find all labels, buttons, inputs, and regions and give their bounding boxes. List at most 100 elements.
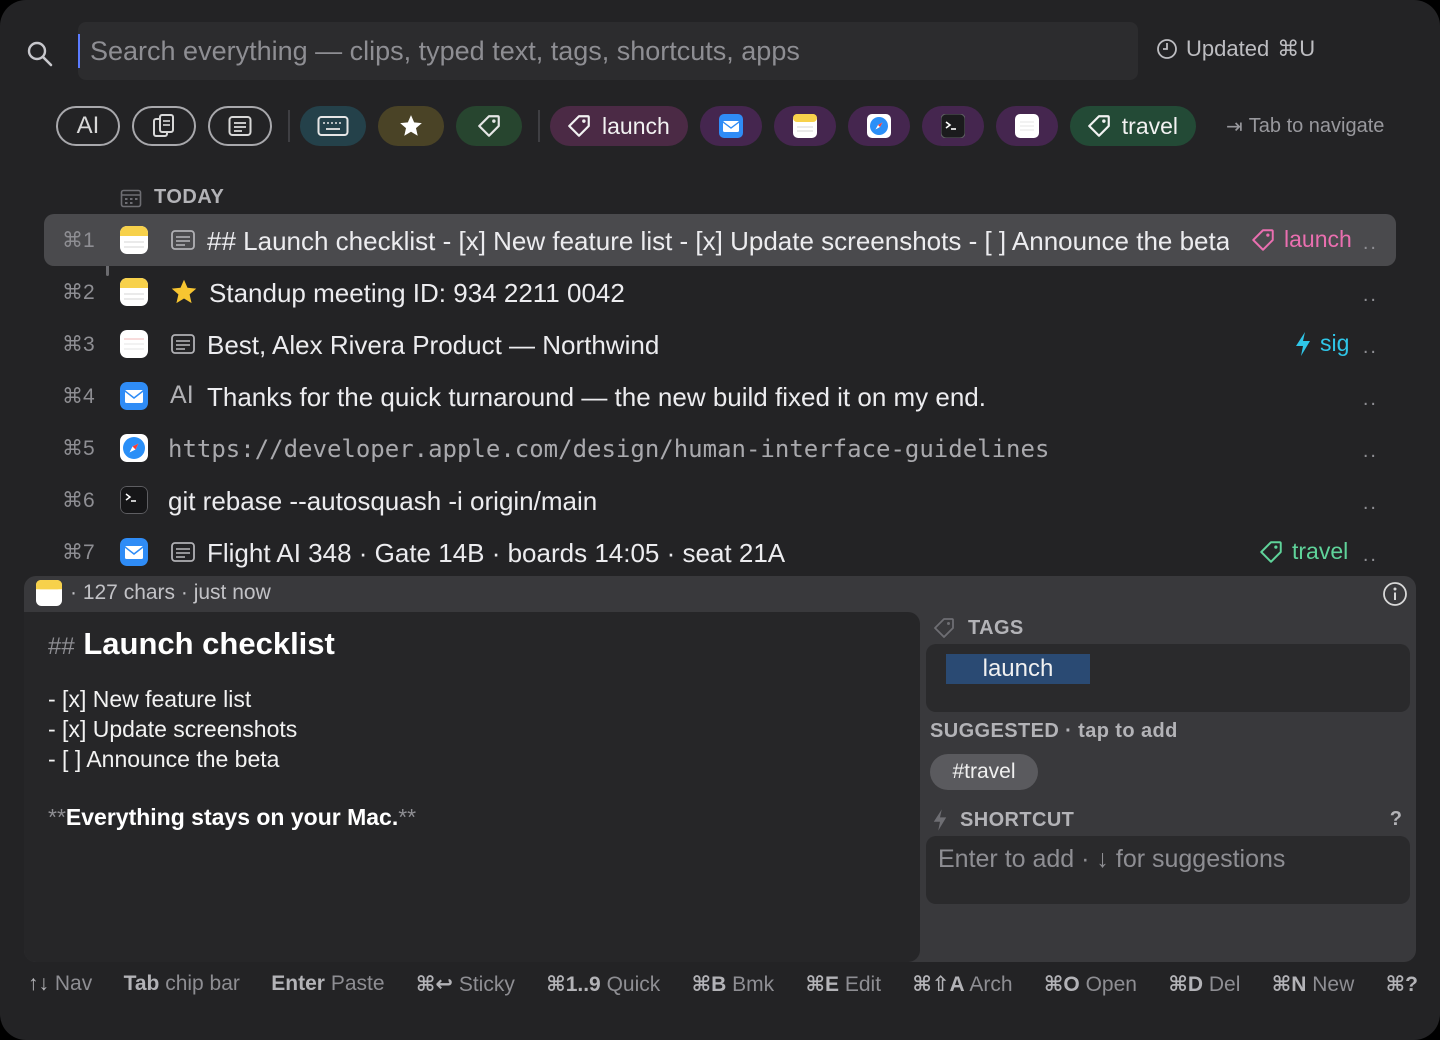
note-icon <box>171 230 195 250</box>
star-icon <box>171 279 197 304</box>
hint-help: ⌘? <box>1385 973 1418 996</box>
chip-divider <box>538 110 540 142</box>
search-row: Updated ⌘U <box>22 22 1422 82</box>
tag-icon <box>1252 228 1274 251</box>
updated-status[interactable]: Updated ⌘U <box>1156 36 1315 62</box>
app-chip-reminders[interactable] <box>995 106 1058 146</box>
tag-icon <box>1087 115 1110 137</box>
clip-row[interactable]: ⌘2 Standup meeting ID: 934 2211 0042 .. <box>44 266 1396 318</box>
row-shortcut: ⌘2 <box>62 280 95 304</box>
keyboard-icon <box>317 116 349 136</box>
note-icon <box>228 116 252 136</box>
keyboard-hints-bar: ↑↓ Nav Tab chip bar Enter Paste ⌘↩ Stick… <box>28 972 1418 997</box>
clip-row[interactable]: ⌘6 git rebase --autosquash -i origin/mai… <box>44 474 1396 526</box>
filter-chip-clipboard[interactable] <box>132 106 196 146</box>
tag-chip-label: launch <box>602 112 670 139</box>
assigned-tag[interactable]: launch <box>946 654 1090 684</box>
tags-label: TAGS <box>932 616 1024 640</box>
filter-chip-note[interactable] <box>208 106 272 146</box>
tags-field[interactable]: launch <box>926 644 1410 712</box>
clip-row[interactable]: ⌘4 AI Thanks for the quick turnaround — … <box>44 370 1396 422</box>
hint-delete: ⌘D Del <box>1168 973 1241 996</box>
info-icon[interactable] <box>1382 581 1408 607</box>
tag-chip-label: travel <box>1121 112 1179 139</box>
tags-label-text: TAGS <box>968 616 1024 639</box>
clip-row[interactable]: ⌘7 Flight AI 348 · Gate 14B · boards 14:… <box>44 526 1396 578</box>
typed-text-icon: AI <box>170 381 194 409</box>
more-button[interactable]: .. <box>1363 284 1378 307</box>
chip-bar: AI launch travel <box>56 106 1197 146</box>
clipboard-manager-window: Updated ⌘U AI <box>0 0 1440 1040</box>
tag-icon <box>934 618 954 638</box>
tag-chip-travel[interactable]: travel <box>1069 106 1197 146</box>
filter-chip-typed-text[interactable]: AI <box>56 106 120 146</box>
clip-tag[interactable]: travel <box>1258 538 1348 565</box>
search-input[interactable] <box>78 22 1138 80</box>
clip-text: Standup meeting ID: 934 2211 0042 <box>209 278 625 308</box>
notes-app-icon <box>792 114 817 138</box>
more-button[interactable]: .. <box>1363 232 1378 255</box>
preview-bold-text: Everything stays on your Mac. <box>65 804 399 830</box>
typed-text-icon: AI <box>76 112 100 139</box>
tag-icon <box>478 115 500 137</box>
filter-chip-keyboard[interactable] <box>300 106 366 146</box>
section-header-today: TODAY <box>120 186 224 209</box>
clip-tag-label: launch <box>1284 226 1352 252</box>
preview-line: - [x] New feature list <box>48 686 252 712</box>
note-icon <box>171 334 195 354</box>
filter-chip-tagged[interactable] <box>456 106 522 146</box>
markdown-bold-marker: ** <box>48 804 66 830</box>
preview-line: - [x] Update screenshots <box>48 716 298 742</box>
app-chip-terminal[interactable] <box>921 106 984 146</box>
clip-text: git rebase --autosquash -i origin/main <box>168 486 598 516</box>
app-chip-mail[interactable] <box>699 106 762 146</box>
more-button[interactable]: .. <box>1363 336 1378 359</box>
shortcut-input[interactable] <box>926 836 1410 904</box>
hint-new: ⌘N New <box>1271 973 1355 996</box>
hint-chip-bar: Tab chip bar <box>123 972 240 995</box>
hint-paste: Enter Paste <box>271 972 385 995</box>
clip-text: Flight AI 348 · Gate 14B · boards 14:05 … <box>207 538 786 568</box>
hint-open: ⌘O Open <box>1043 973 1137 996</box>
more-button[interactable]: .. <box>1363 388 1378 411</box>
clip-tag[interactable]: sig <box>1294 330 1349 357</box>
hint-archive: ⌘⇧A Arch <box>912 973 1013 996</box>
app-chip-safari[interactable] <box>847 106 910 146</box>
safari-app-icon <box>120 434 148 462</box>
row-shortcut: ⌘3 <box>62 332 95 356</box>
clip-text: https://developer.apple.com/design/human… <box>168 435 1050 463</box>
metadata-sidebar: TAGS launch SUGGESTED · tap to add #trav… <box>926 612 1414 962</box>
updated-label: Updated <box>1186 36 1270 61</box>
app-chip-notes[interactable] <box>773 106 836 146</box>
section-title: TODAY <box>154 186 225 208</box>
text-caret <box>78 34 80 68</box>
clipboard-icon <box>153 114 174 137</box>
clip-row[interactable]: ⌘3 Best, Alex Rivera Product — Northwind… <box>44 318 1396 370</box>
detail-meta: · 127 chars · just now <box>70 581 271 604</box>
more-button[interactable]: .. <box>1363 492 1378 515</box>
note-icon <box>171 542 195 562</box>
filter-chip-starred[interactable] <box>378 106 444 146</box>
suggested-label-text: SUGGESTED · tap to add <box>930 720 1178 742</box>
terminal-app-icon <box>940 114 965 138</box>
reminders-app-icon <box>1014 114 1039 138</box>
row-shortcut: ⌘1 <box>62 228 95 252</box>
clip-row[interactable]: ⌘1 ## Launch checklist - [x] New feature… <box>44 214 1396 266</box>
search-icon <box>27 41 53 67</box>
bolt-icon <box>1296 331 1310 356</box>
more-button[interactable]: .. <box>1363 544 1378 567</box>
suggested-tag-button[interactable]: #travel <box>930 754 1038 790</box>
tag-icon <box>1260 540 1282 563</box>
clip-row[interactable]: ⌘5 https://developer.apple.com/design/hu… <box>44 422 1396 474</box>
tag-chip-launch[interactable]: launch <box>550 106 688 146</box>
safari-app-icon <box>866 114 891 138</box>
more-button[interactable]: .. <box>1363 440 1378 463</box>
clip-tag[interactable]: launch <box>1250 226 1352 253</box>
clip-preview[interactable]: ## Launch checklist - [x] New feature li… <box>24 612 920 962</box>
detail-meta-bar: · 127 chars · just now <box>24 576 1416 610</box>
notes-app-icon <box>120 278 148 306</box>
hint-nav: ↑↓ Nav <box>28 972 93 995</box>
shortcut-help-button[interactable]: ? <box>1390 808 1402 831</box>
bolt-icon <box>933 809 947 831</box>
markdown-bold-marker: ** <box>398 804 417 830</box>
